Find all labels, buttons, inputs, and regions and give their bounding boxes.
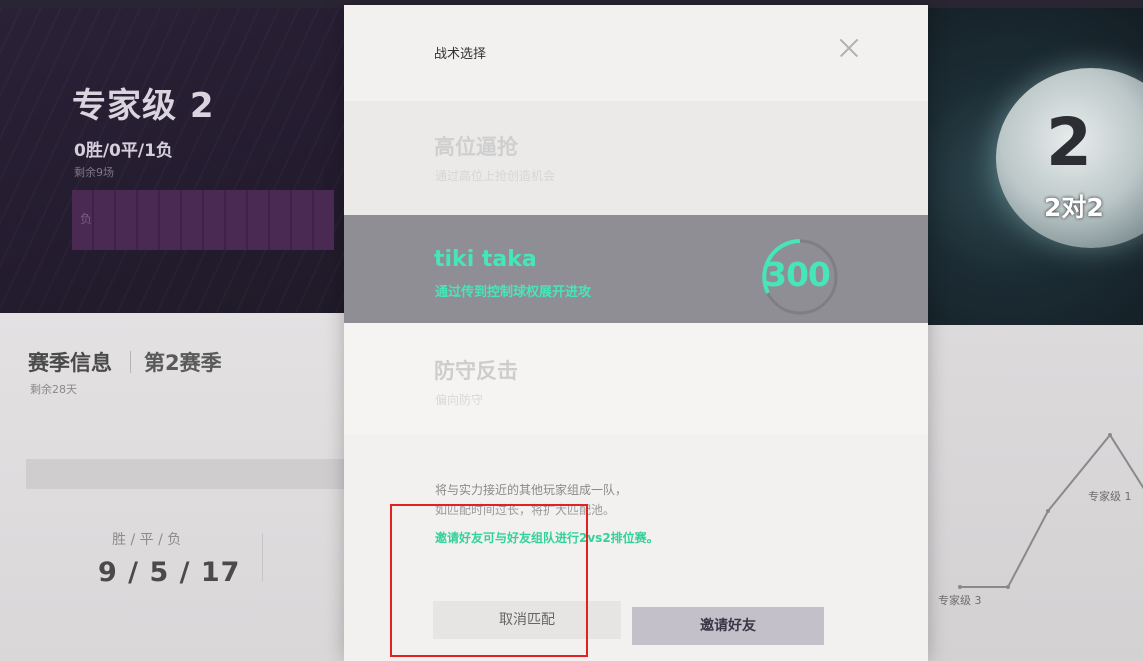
rank-line (960, 433, 1143, 588)
season-divider (130, 351, 131, 373)
rank-point-1 (1006, 585, 1010, 589)
invite-friend-button[interactable]: 邀请好友 (632, 607, 824, 645)
rank-label-0: 专家级 3 (938, 593, 982, 607)
rank-label-1: 专家级 1 (1088, 489, 1132, 503)
mode-label: 2对2 (1044, 193, 1104, 222)
mode-panel[interactable]: 2 2对2 (918, 8, 1143, 325)
rank-progress-bar: 负 (72, 190, 334, 250)
close-icon[interactable] (834, 33, 864, 63)
season-remaining: 剩余28天 (30, 383, 77, 396)
rank-bar-label: 负 (80, 212, 93, 226)
season-title: 赛季信息 (28, 351, 112, 375)
info-line-2: 如匹配时间过长，将扩大匹配池。 (435, 503, 616, 517)
modal-title: 战术选择 (434, 47, 487, 62)
cancel-match-button[interactable]: 取消匹配 (433, 601, 621, 639)
wdl-label: 胜 / 平 / 负 (112, 532, 182, 548)
rank-title: 专家级 2 (72, 86, 215, 126)
wdl-value: 9 / 5 / 17 (98, 557, 241, 588)
info-line-1: 将与实力接近的其他玩家组成一队， (435, 483, 628, 497)
rank-remaining: 剩余9场 (74, 166, 114, 179)
tactic-desc: 通过传到控制球权展开进攻 (435, 285, 592, 300)
rank-chart-panel: 专家级 3 专家级 1 (918, 325, 1143, 661)
invite-hint: 邀请好友可与好友组队进行2vs2排位赛。 (435, 531, 659, 545)
rank-point-0 (958, 585, 962, 589)
rank-panel: 专家级 2 0胜/0平/1负 剩余9场 负 (0, 8, 380, 313)
season-strip (26, 459, 350, 489)
tactic-option-counter-attack[interactable]: 防守反击 偏向防守 (344, 323, 928, 435)
wdl-separator (262, 533, 263, 581)
rank-chart: 专家级 3 专家级 1 (938, 433, 1143, 607)
rank-point-3 (1108, 433, 1112, 437)
tactic-cost: 300 (764, 255, 831, 294)
season-name: 第2赛季 (144, 351, 222, 375)
mode-number: 2 (1046, 104, 1092, 181)
season-panel: 赛季信息 第2赛季 剩余28天 胜 / 平 / 负 9 / 5 / 17 (0, 313, 350, 661)
tactic-desc: 偏向防守 (435, 393, 484, 407)
rank-record: 0胜/0平/1负 (74, 141, 173, 161)
tactic-desc: 通过高位上抢创造机会 (435, 169, 556, 183)
tactic-option-high-press[interactable]: 高位逼抢 通过高位上抢创造机会 (344, 101, 928, 215)
tactic-name: tiki taka (434, 247, 537, 272)
tactic-name: 防守反击 (434, 359, 518, 383)
rank-point-2 (1046, 509, 1050, 513)
tactic-modal: 战术选择 高位逼抢 通过高位上抢创造机会 tiki taka 通过传到控制球权展… (344, 5, 928, 661)
tactic-name: 高位逼抢 (434, 135, 518, 159)
tactic-option-tiki-taka[interactable]: tiki taka 通过传到控制球权展开进攻 300 (344, 215, 928, 323)
